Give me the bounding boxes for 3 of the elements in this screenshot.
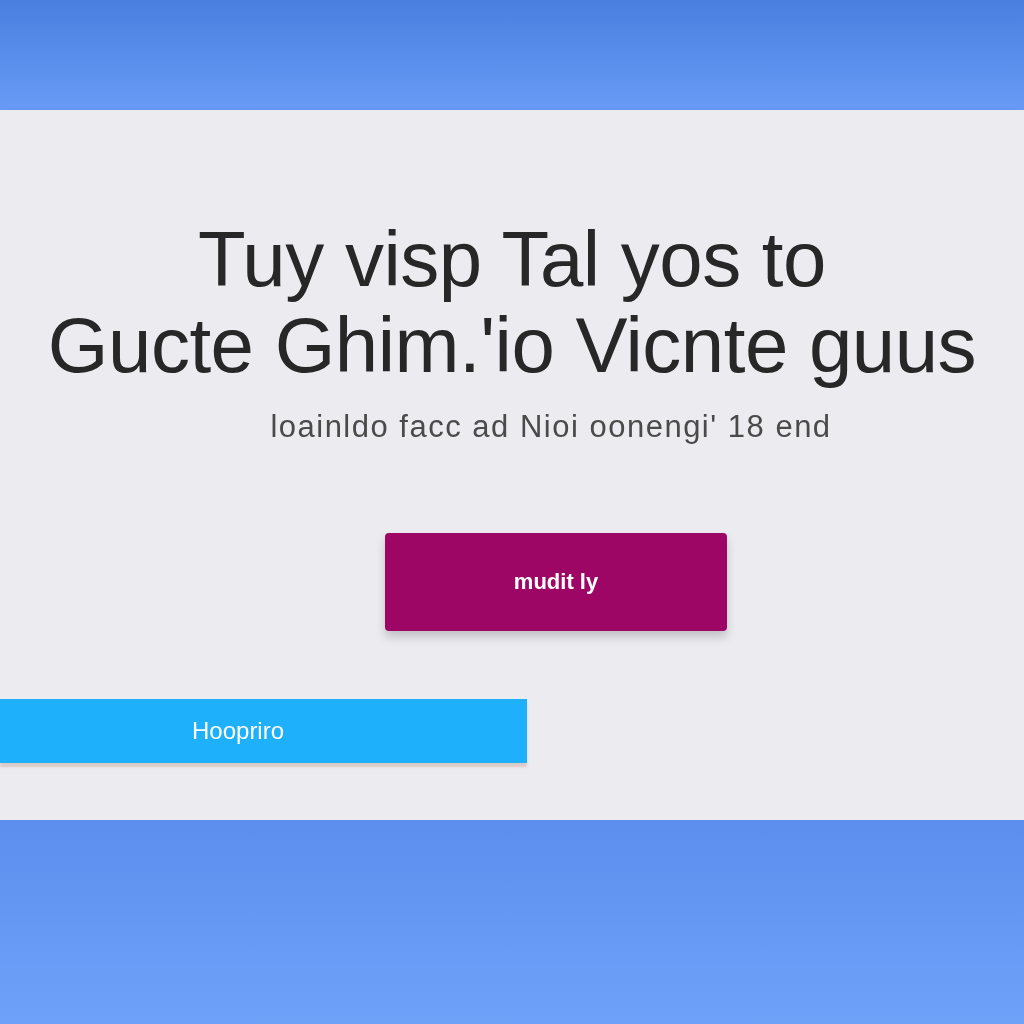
subtitle: loainldo facc ad Nioi oonengi' 18 end bbox=[270, 408, 832, 446]
primary-button[interactable]: mudit ly bbox=[385, 532, 727, 631]
heading: Tuy visp Tal yos to Gucte Ghim.'io Vicnte guus bbox=[46, 216, 978, 388]
